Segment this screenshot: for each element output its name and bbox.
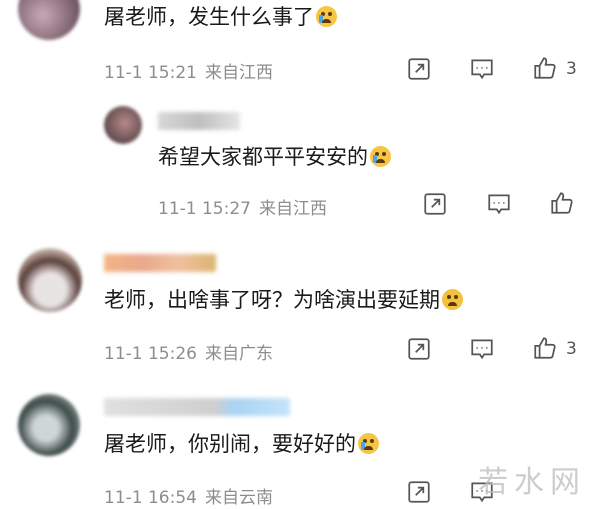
comment-location: 来自广东: [204, 344, 273, 364]
comment-text: 屠老师，你别闹，要好好的: [104, 430, 379, 458]
comment-location: 来自江西: [258, 199, 327, 219]
avatar[interactable]: [18, 394, 80, 456]
thumbs-up-icon[interactable]: [549, 190, 575, 216]
comment-date: 11-1 15:27: [158, 199, 251, 219]
comment-icon[interactable]: [469, 336, 495, 362]
username[interactable]: [158, 112, 240, 130]
comment-meta: 11-1 15:21 来自江西: [104, 58, 281, 83]
comment-meta: 11-1 15:26 来自广东: [104, 339, 281, 364]
comment-meta: 11-1 15:27 来自江西: [158, 194, 335, 219]
like-count: 3: [566, 59, 577, 79]
comment-text: 老师，出啥事了呀？为啥演出要延期: [104, 286, 463, 314]
share-icon[interactable]: [406, 336, 432, 362]
crying-face-icon: [316, 6, 337, 27]
hugging-face-icon: [442, 289, 463, 310]
share-icon[interactable]: [422, 191, 448, 217]
thumbs-up-icon[interactable]: [532, 335, 558, 361]
comment-date: 11-1 16:54: [104, 488, 197, 508]
watermark: 若水网: [478, 465, 586, 500]
like-count: 3: [566, 339, 577, 359]
avatar[interactable]: [18, 248, 82, 312]
share-icon[interactable]: [406, 56, 432, 82]
crying-face-icon: [370, 146, 391, 167]
comment-icon[interactable]: [469, 56, 495, 82]
comment-meta: 11-1 16:54 来自云南: [104, 483, 281, 508]
comment-icon[interactable]: [486, 191, 512, 217]
username[interactable]: [104, 398, 290, 416]
comment-date: 11-1 15:21: [104, 63, 197, 83]
comment-date: 11-1 15:26: [104, 344, 197, 364]
comment-location: 来自云南: [204, 488, 273, 508]
share-icon[interactable]: [406, 479, 432, 505]
avatar[interactable]: [18, 0, 80, 40]
thumbs-up-icon[interactable]: [532, 55, 558, 81]
username[interactable]: [104, 254, 216, 272]
comment-location: 来自江西: [204, 63, 273, 83]
avatar[interactable]: [104, 106, 142, 144]
comment-text: 希望大家都平平安安的: [158, 143, 391, 171]
crying-face-icon: [358, 433, 379, 454]
comment-text: 屠老师，发生什么事了: [104, 3, 337, 31]
